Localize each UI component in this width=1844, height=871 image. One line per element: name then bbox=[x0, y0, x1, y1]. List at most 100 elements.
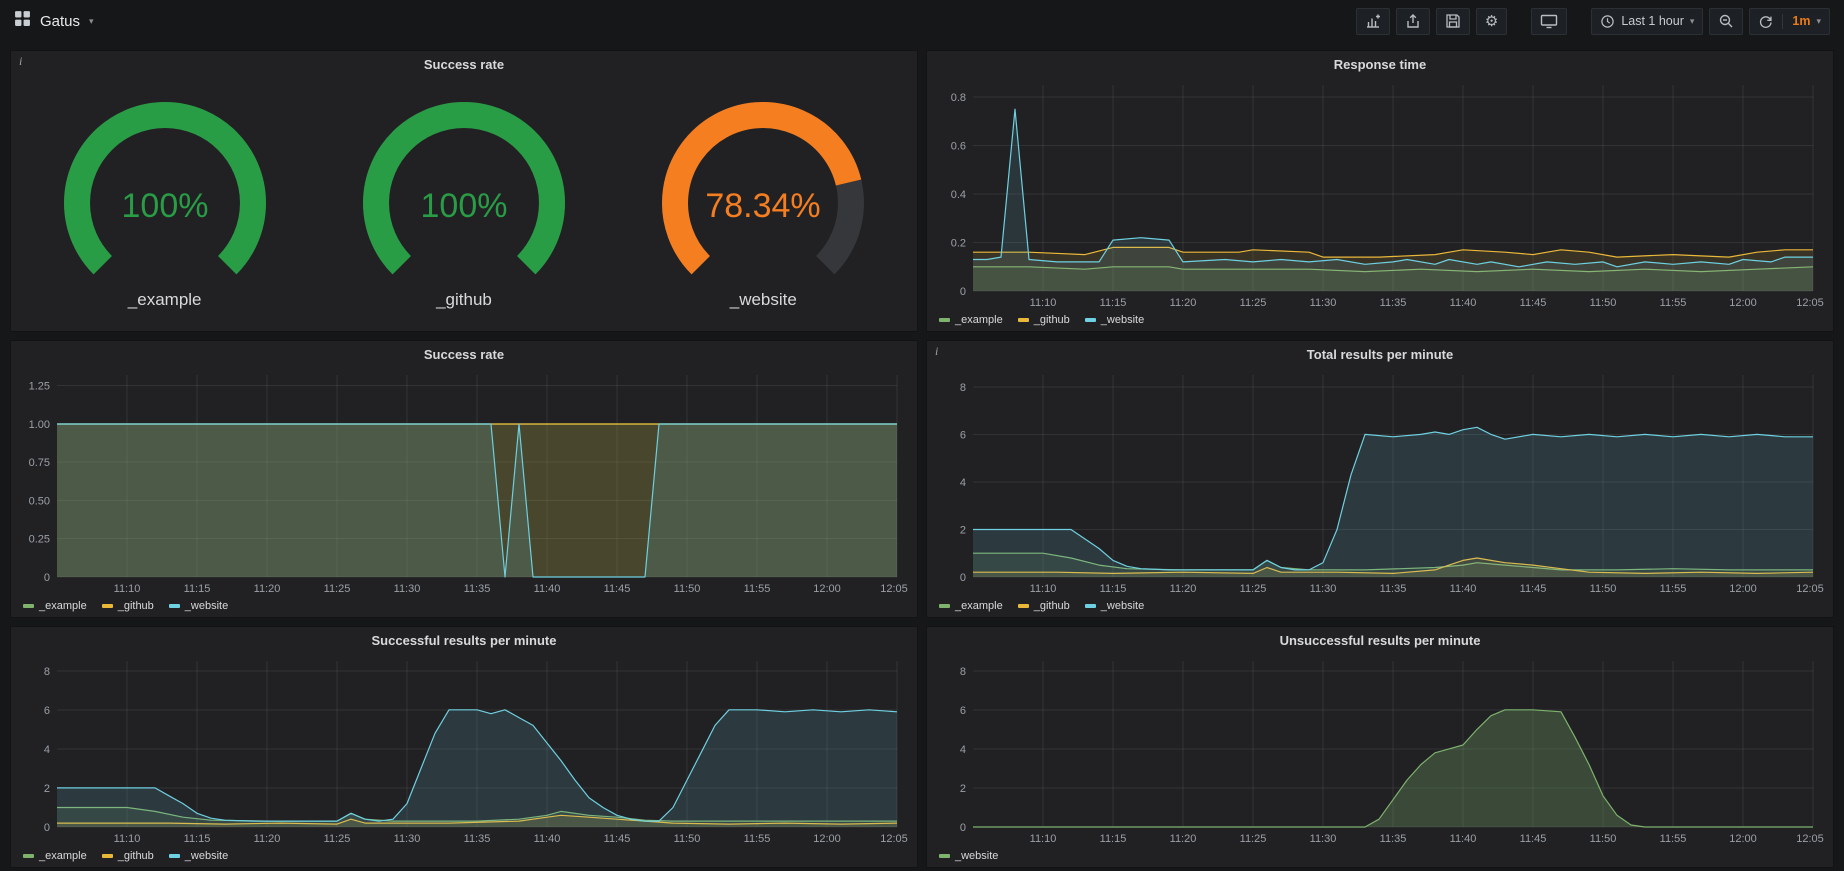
svg-text:12:05: 12:05 bbox=[1796, 583, 1824, 595]
chevron-down-icon: ▾ bbox=[1690, 17, 1695, 26]
svg-text:11:45: 11:45 bbox=[1520, 297, 1547, 309]
svg-text:0: 0 bbox=[44, 572, 50, 584]
legend-item-_github[interactable]: _github bbox=[1018, 600, 1070, 612]
chart-plot[interactable]: 0246811:1011:1511:2011:2511:3011:3511:40… bbox=[931, 653, 1829, 847]
svg-text:11:10: 11:10 bbox=[114, 583, 141, 595]
legend-label: _website bbox=[1101, 314, 1144, 326]
dashboard-title[interactable]: Gatus bbox=[40, 13, 80, 30]
legend-label: _website bbox=[1101, 600, 1144, 612]
add-panel-button[interactable] bbox=[1356, 8, 1390, 35]
svg-text:0: 0 bbox=[44, 822, 50, 834]
svg-text:11:30: 11:30 bbox=[394, 583, 421, 595]
chart-legend: _example _github _website bbox=[931, 597, 1829, 615]
legend-swatch bbox=[102, 854, 113, 858]
legend-item-_github[interactable]: _github bbox=[1018, 314, 1070, 326]
svg-text:11:40: 11:40 bbox=[534, 583, 561, 595]
legend-label: _website bbox=[185, 850, 228, 862]
chevron-down-icon[interactable]: ▾ bbox=[89, 17, 94, 26]
panel-title[interactable]: Unsuccessful results per minute bbox=[1280, 633, 1481, 648]
svg-text:11:35: 11:35 bbox=[1380, 833, 1407, 845]
chart-legend: _example _github _website bbox=[931, 311, 1829, 329]
legend-item-_example[interactable]: _example bbox=[23, 600, 87, 612]
refresh-button[interactable]: 1m ▾ bbox=[1749, 8, 1830, 35]
navbar-actions: ⚙ Last 1 hour ▾ 1m ▾ bbox=[1356, 8, 1830, 35]
panel-info-icon[interactable]: i bbox=[935, 344, 938, 359]
svg-text:12:05: 12:05 bbox=[1796, 833, 1824, 845]
chart-area[interactable]: 0246811:1011:1511:2011:2511:3011:3511:40… bbox=[931, 653, 1829, 847]
panel-title[interactable]: Total results per minute bbox=[1307, 347, 1453, 362]
svg-text:11:10: 11:10 bbox=[1030, 583, 1057, 595]
monitor-icon bbox=[1540, 13, 1558, 29]
legend-item-_github[interactable]: _github bbox=[102, 850, 154, 862]
chart-area[interactable]: 00.250.500.751.001.2511:1011:1511:2011:2… bbox=[15, 367, 913, 597]
legend-label: _example bbox=[955, 314, 1003, 326]
time-range-button[interactable]: Last 1 hour ▾ bbox=[1591, 8, 1703, 35]
panel-title[interactable]: Successful results per minute bbox=[372, 633, 557, 648]
dashboard-grid-icon[interactable] bbox=[14, 10, 31, 32]
svg-text:11:15: 11:15 bbox=[184, 833, 211, 845]
svg-text:11:15: 11:15 bbox=[1100, 583, 1127, 595]
panel-success-rate-gauges: i Success rate 100%_example100%_github78… bbox=[10, 50, 918, 332]
dashboard-grid: i Success rate 100%_example100%_github78… bbox=[0, 42, 1844, 868]
gauge-row: 100%_example100%_github78.34%_website bbox=[15, 77, 913, 329]
panel-header: Response time bbox=[927, 51, 1833, 77]
svg-text:12:05: 12:05 bbox=[880, 833, 908, 845]
gauge-label: _example bbox=[128, 290, 202, 310]
cycle-view-button[interactable] bbox=[1531, 8, 1567, 35]
svg-text:0: 0 bbox=[960, 572, 966, 584]
legend-item-_website[interactable]: _website bbox=[939, 850, 998, 862]
chart-area[interactable]: 00.20.40.60.811:1011:1511:2011:2511:3011… bbox=[931, 77, 1829, 311]
legend-item-_website[interactable]: _website bbox=[169, 600, 228, 612]
svg-text:11:30: 11:30 bbox=[1310, 297, 1337, 309]
panel-header: Success rate bbox=[11, 341, 917, 367]
svg-text:0.8: 0.8 bbox=[951, 92, 966, 104]
svg-text:11:15: 11:15 bbox=[1100, 297, 1127, 309]
legend-item-_example[interactable]: _example bbox=[939, 600, 1003, 612]
svg-text:12:00: 12:00 bbox=[813, 583, 841, 595]
panel-title[interactable]: Success rate bbox=[424, 57, 504, 72]
legend-item-_website[interactable]: _website bbox=[169, 850, 228, 862]
legend-item-_github[interactable]: _github bbox=[102, 600, 154, 612]
legend-label: _example bbox=[955, 600, 1003, 612]
refresh-icon bbox=[1758, 14, 1773, 29]
panel-info-icon[interactable]: i bbox=[19, 54, 22, 69]
settings-button[interactable]: ⚙ bbox=[1476, 8, 1507, 35]
legend-item-_website[interactable]: _website bbox=[1085, 600, 1144, 612]
panel-success-rate: Success rate 00.250.500.751.001.2511:101… bbox=[10, 340, 918, 618]
svg-text:11:10: 11:10 bbox=[1030, 833, 1057, 845]
legend-label: _github bbox=[1034, 600, 1070, 612]
legend-item-_example[interactable]: _example bbox=[939, 314, 1003, 326]
chart-area[interactable]: 0246811:1011:1511:2011:2511:3011:3511:40… bbox=[15, 653, 913, 847]
svg-text:0.2: 0.2 bbox=[951, 238, 966, 250]
legend-item-_website[interactable]: _website bbox=[1085, 314, 1144, 326]
legend-item-_example[interactable]: _example bbox=[23, 850, 87, 862]
chart-plot[interactable]: 0246811:1011:1511:2011:2511:3011:3511:40… bbox=[931, 367, 1829, 597]
svg-text:0: 0 bbox=[960, 822, 966, 834]
panel-header: Success rate bbox=[11, 51, 917, 77]
legend-label: _github bbox=[118, 600, 154, 612]
chart-plot[interactable]: 00.250.500.751.001.2511:1011:1511:2011:2… bbox=[15, 367, 913, 597]
zoom-out-icon bbox=[1718, 13, 1734, 29]
svg-text:11:50: 11:50 bbox=[1590, 833, 1617, 845]
svg-text:1.00: 1.00 bbox=[29, 419, 50, 431]
svg-text:11:45: 11:45 bbox=[604, 833, 631, 845]
svg-text:11:20: 11:20 bbox=[1170, 833, 1197, 845]
zoom-out-button[interactable] bbox=[1709, 8, 1743, 35]
gauge-value: 100% bbox=[121, 187, 208, 225]
chevron-down-icon: ▾ bbox=[1816, 17, 1821, 26]
chart-area[interactable]: 0246811:1011:1511:2011:2511:3011:3511:40… bbox=[931, 367, 1829, 597]
svg-text:11:45: 11:45 bbox=[1520, 583, 1547, 595]
chart-plot[interactable]: 00.20.40.60.811:1011:1511:2011:2511:3011… bbox=[931, 77, 1829, 311]
svg-text:11:20: 11:20 bbox=[1170, 583, 1197, 595]
gear-icon: ⚙ bbox=[1485, 14, 1498, 29]
panel-title[interactable]: Response time bbox=[1334, 57, 1426, 72]
svg-text:0.25: 0.25 bbox=[29, 534, 50, 546]
share-button[interactable] bbox=[1396, 8, 1430, 35]
chart-plot[interactable]: 0246811:1011:1511:2011:2511:3011:3511:40… bbox=[15, 653, 913, 847]
svg-text:11:50: 11:50 bbox=[674, 833, 701, 845]
panel-title[interactable]: Success rate bbox=[424, 347, 504, 362]
save-button[interactable] bbox=[1436, 8, 1470, 35]
gauge-_website: 78.34%_website bbox=[623, 97, 903, 310]
svg-text:11:10: 11:10 bbox=[114, 833, 141, 845]
svg-text:6: 6 bbox=[44, 705, 50, 717]
